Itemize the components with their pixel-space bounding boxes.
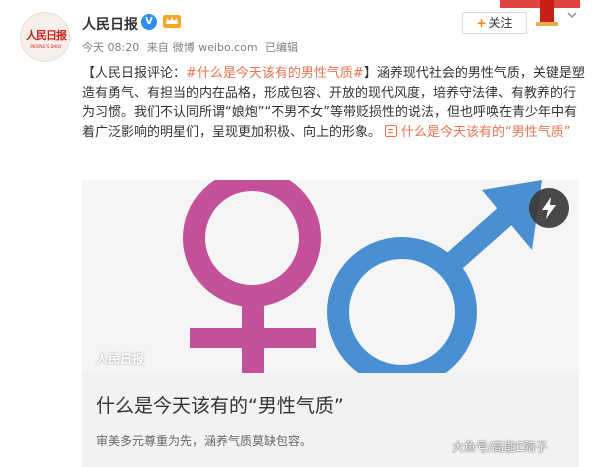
article-card[interactable]: 人民日报 什么是今天该有的“男性气质” 审美多元尊重为先，涵养气质莫缺包容。 [82,180,579,467]
article-card-image[interactable]: 人民日报 [82,180,579,373]
post-edited-status[interactable]: 已编辑 [265,41,298,54]
follow-plus: + [476,16,487,30]
avatar-logo-text: 人民日报 [26,29,67,42]
page-watermark: 大鱼号/高能E陪子 [452,440,548,454]
vip-crown-icon[interactable] [162,13,182,29]
link-icon [385,124,398,137]
post-prefix: 【人民日报评论： [82,66,187,81]
chevron-down-icon[interactable] [565,8,579,22]
post-text: 【人民日报评论：#什么是今天该有的男性气质#】涵养现代社会的男性气质，关键是塑造… [82,64,587,142]
gender-symbols-illustration [183,180,542,373]
post-source[interactable]: 微博 weibo.com [173,41,258,54]
follow-button[interactable]: + 关注 [462,12,527,34]
follow-label: 关注 [488,16,513,30]
verified-badge-icon: V [141,14,157,30]
article-card-description: 审美多元尊重为先，涵养气质莫缺包容。 [96,434,313,448]
post-time[interactable]: 今天 08:20 [82,41,139,54]
post-source-prefix: 来自 [146,41,169,54]
avatar[interactable]: 人民日报 PEOPLE'S DAILY [20,12,70,62]
lightning-icon[interactable] [529,188,569,228]
female-symbol-icon [183,180,321,373]
post-hashtag-link[interactable]: #什么是今天该有的男性气质# [186,66,364,81]
account-name[interactable]: 人民日报 [82,14,138,34]
avatar-logo-subtext: PEOPLE'S DAILY [30,44,62,49]
male-symbol-icon [327,180,542,373]
post-meta: 今天 08:20 来自 微博 weibo.com 已编辑 [82,39,302,55]
card-image-watermark: 人民日报 [96,352,145,366]
article-card-title[interactable]: 什么是今天该有的“男性气质” [96,391,344,418]
post-article-link[interactable]: 什么是今天该有的“男性气质” [401,125,570,140]
